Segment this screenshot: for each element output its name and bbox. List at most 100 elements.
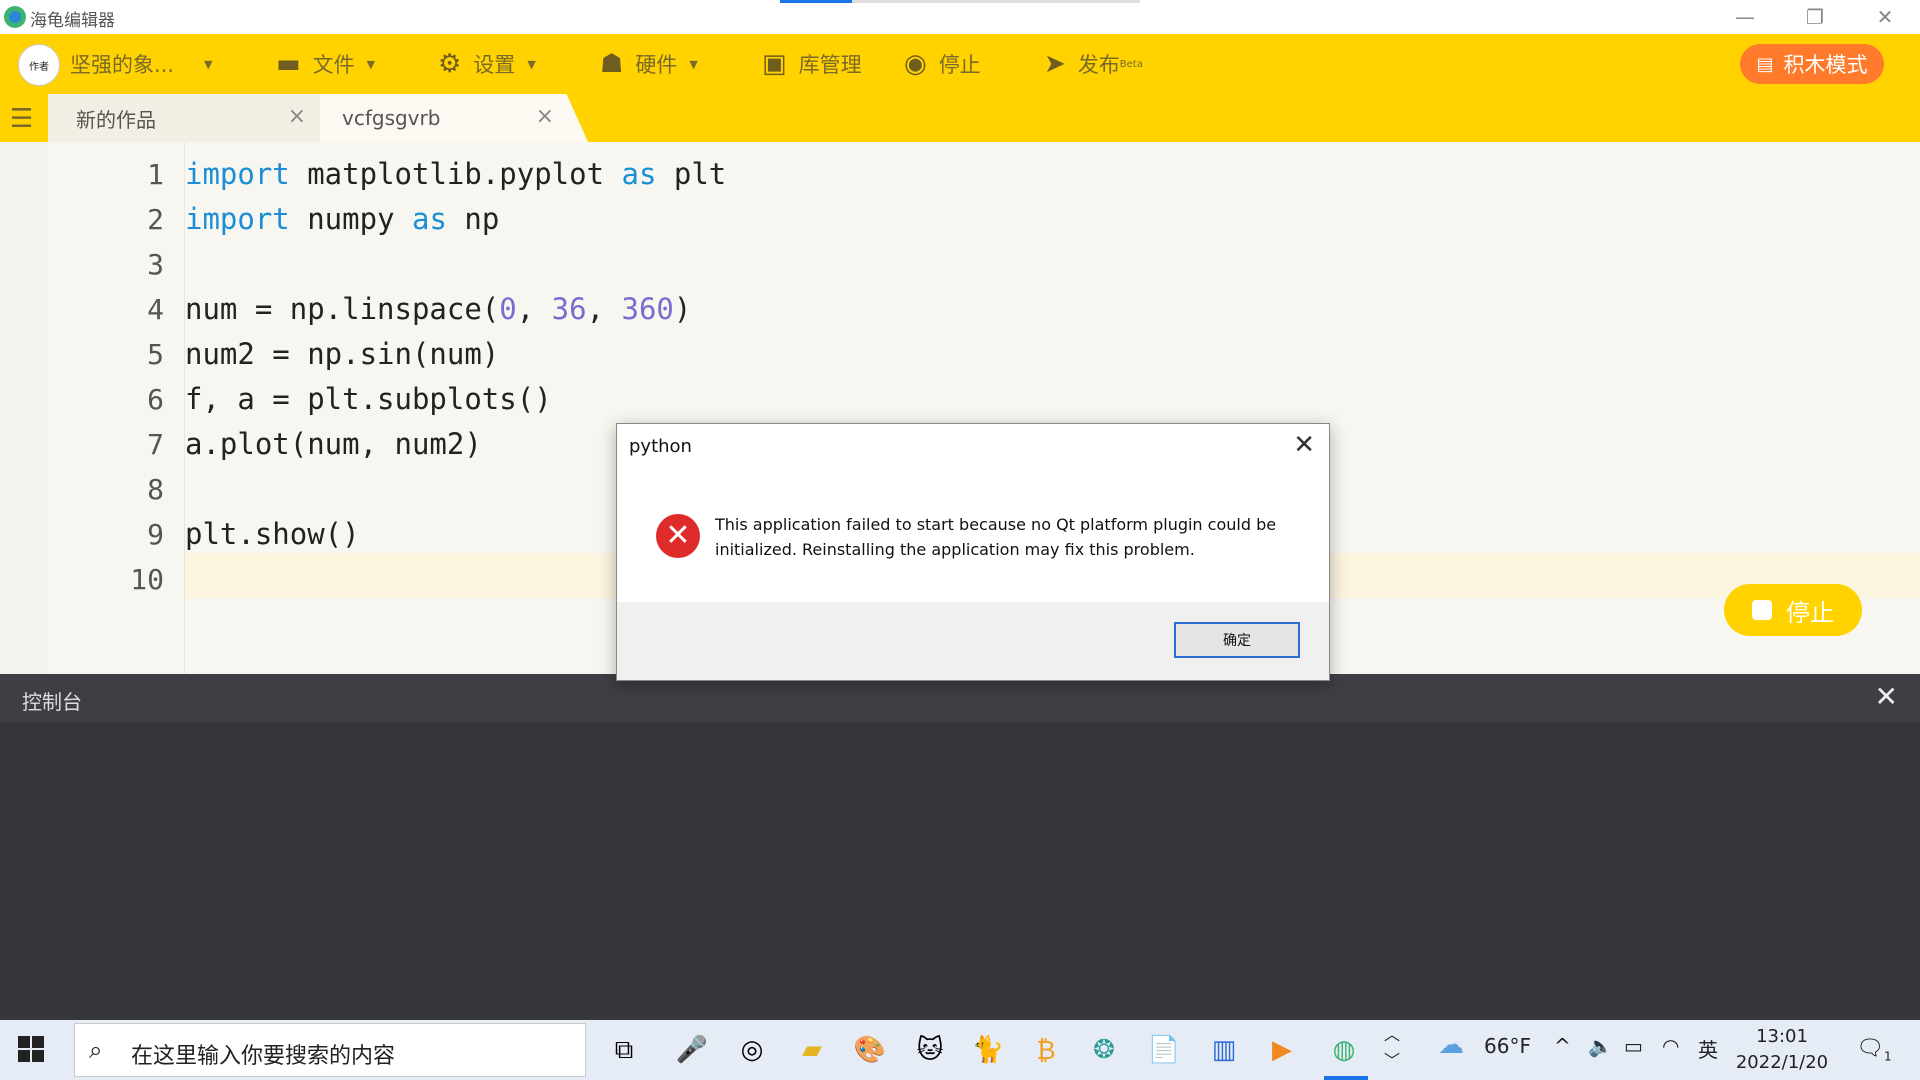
- show-hidden-icons-icon[interactable]: ^: [1554, 1034, 1571, 1058]
- line-number: 2: [147, 203, 164, 236]
- editor-tab-bar: ☰ 新的作品 × vcfgsgvrb ×: [0, 94, 1920, 142]
- window-title: 海龟编辑器: [30, 11, 115, 31]
- loading-progress-fill: [780, 0, 852, 3]
- task-view-icon[interactable]: ⧉: [604, 1030, 644, 1070]
- system-clock[interactable]: 13:01 2022/1/20: [1730, 1024, 1834, 1076]
- file-menu-label: 文件: [312, 53, 355, 77]
- scratch-junior-icon[interactable]: 🐈: [968, 1030, 1008, 1070]
- library-button[interactable]: ▣ 库管理: [762, 34, 862, 94]
- block-mode-button[interactable]: ▤ 积木模式: [1740, 44, 1884, 84]
- publish-button-label: 发布: [1077, 53, 1120, 77]
- chevron-down-icon: ▼: [527, 57, 536, 71]
- turtle-app-icon: [4, 6, 26, 28]
- file-menu[interactable]: ▬ 文件 ▼: [276, 34, 375, 94]
- python-file-icon[interactable]: 📄: [1144, 1030, 1184, 1070]
- search-placeholder: 在这里输入你要搜索的内容: [131, 1044, 396, 1069]
- code-text: np: [446, 202, 500, 236]
- bitcoin-app-icon[interactable]: ₿: [1026, 1030, 1066, 1070]
- console-title: 控制台: [22, 690, 82, 714]
- tab-close-icon[interactable]: ×: [288, 104, 306, 129]
- number-literal: 0: [499, 292, 517, 326]
- chevron-down-icon: ▼: [204, 57, 213, 71]
- ok-button[interactable]: 确定: [1174, 622, 1300, 658]
- windows-taskbar: ⌕ 在这里输入你要搜索的内容 ⧉ 🎤 ◎ ▰ 🎨 🐱 🐈 ₿ ❂ 📄 ▥ ▶ ◍…: [0, 1020, 1920, 1080]
- dialog-title: python: [629, 436, 692, 457]
- console-header: 控制台 ✕: [0, 674, 1920, 722]
- folder-icon: ▬: [276, 49, 301, 79]
- code-line: num2 = np.sin(num): [185, 337, 500, 371]
- console-output[interactable]: [0, 722, 1920, 1020]
- error-icon: ✕: [656, 514, 700, 558]
- block-mode-label: 积木模式: [1783, 53, 1868, 77]
- scratch-cat-icon[interactable]: 🐱: [910, 1030, 950, 1070]
- code-text: ): [673, 292, 692, 326]
- chevron-down-icon: ▼: [366, 57, 376, 71]
- code-line: num = np.linspace(0, 36, 360): [185, 287, 691, 332]
- tab-label: 新的作品: [76, 107, 156, 132]
- loading-progress-bar: [780, 0, 1140, 3]
- overflow-chevron-icon[interactable]: ︿ ﹀: [1384, 1022, 1400, 1074]
- dialog-message: This application failed to start because…: [715, 515, 1277, 559]
- tab-new-work[interactable]: 新的作品 ×: [48, 94, 320, 142]
- active-app-indicator: [1324, 1076, 1368, 1080]
- publish-button[interactable]: ➤ 发布 Beta: [1044, 34, 1143, 94]
- audio-wave-icon[interactable]: ▥: [1204, 1030, 1244, 1070]
- line-number: 7: [147, 428, 164, 461]
- window-titlebar: 海龟编辑器 — ❐ ✕: [0, 0, 1920, 34]
- restore-button[interactable]: ❐: [1780, 0, 1850, 34]
- window-close-button[interactable]: ✕: [1850, 0, 1920, 34]
- clock-date: 2022/1/20: [1735, 1052, 1829, 1073]
- user-menu[interactable]: 坚强的象... ▼: [70, 34, 213, 94]
- settings-menu[interactable]: ⚙ 设置 ▼: [438, 34, 536, 94]
- chevron-down-icon: ▼: [689, 57, 698, 71]
- error-dialog: python ✕ ✕ This application failed to st…: [616, 423, 1330, 681]
- hamburger-menu-icon[interactable]: ☰: [10, 104, 33, 134]
- keyword: import: [185, 202, 290, 236]
- line-number: 1: [147, 158, 164, 191]
- keyword: as: [621, 157, 657, 191]
- line-number: 3: [147, 248, 164, 281]
- stop-button[interactable]: ◉ 停止: [904, 34, 981, 94]
- floating-stop-button[interactable]: 停止: [1724, 584, 1862, 636]
- search-icon: ⌕: [89, 1036, 103, 1064]
- tab-label: vcfgsgvrb: [342, 106, 441, 130]
- paint-icon[interactable]: 🎨: [850, 1030, 890, 1070]
- dialog-close-icon[interactable]: ✕: [1293, 430, 1315, 460]
- floating-stop-label: 停止: [1786, 598, 1834, 627]
- tab-vcfgsgvrb[interactable]: vcfgsgvrb ×: [320, 94, 588, 142]
- turtle-editor-taskbar-icon[interactable]: ◍: [1324, 1030, 1364, 1070]
- weather-cloud-icon[interactable]: ☁: [1438, 1030, 1464, 1060]
- robot-icon: ☗: [600, 49, 624, 79]
- notification-center-icon[interactable]: 🗨1: [1856, 1036, 1892, 1063]
- code-line: import matplotlib.pyplot as plt: [185, 152, 726, 197]
- line-number: 4: [147, 293, 164, 326]
- taskbar-search-box[interactable]: ⌕ 在这里输入你要搜索的内容: [74, 1023, 586, 1077]
- user-avatar[interactable]: 作者: [18, 44, 60, 86]
- ime-indicator[interactable]: 英: [1698, 1034, 1718, 1063]
- battery-icon[interactable]: ▭: [1624, 1034, 1643, 1058]
- stop-circle-icon: ◉: [904, 49, 927, 79]
- weather-temperature[interactable]: 66°F: [1484, 1034, 1531, 1058]
- code-line: f, a = plt.subplots(): [185, 382, 552, 416]
- network-app-icon[interactable]: ❂: [1084, 1030, 1124, 1070]
- console-close-icon[interactable]: ✕: [1875, 680, 1898, 713]
- code-text: numpy: [289, 202, 412, 236]
- minimize-button[interactable]: —: [1710, 0, 1780, 34]
- editor-side-gutter: [0, 142, 49, 674]
- notification-count: 1: [1883, 1049, 1892, 1064]
- beta-badge: Beta: [1119, 58, 1143, 70]
- chrome-icon[interactable]: ◎: [732, 1030, 772, 1070]
- tab-close-icon[interactable]: ×: [536, 104, 554, 129]
- media-player-icon[interactable]: ▶: [1262, 1030, 1302, 1070]
- volume-icon[interactable]: 🔈: [1588, 1034, 1613, 1058]
- wifi-icon[interactable]: ◠: [1662, 1034, 1679, 1058]
- code-text: ,: [586, 292, 622, 326]
- microphone-icon[interactable]: 🎤: [672, 1030, 712, 1070]
- gear-icon: ⚙: [438, 49, 462, 79]
- hardware-menu[interactable]: ☗ 硬件 ▼: [600, 34, 698, 94]
- clock-time: 13:01: [1756, 1026, 1808, 1047]
- inbox-icon: ▣: [762, 49, 787, 79]
- dialog-footer: 确定: [617, 602, 1329, 680]
- windows-start-icon[interactable]: [18, 1036, 46, 1064]
- file-explorer-icon[interactable]: ▰: [792, 1030, 832, 1070]
